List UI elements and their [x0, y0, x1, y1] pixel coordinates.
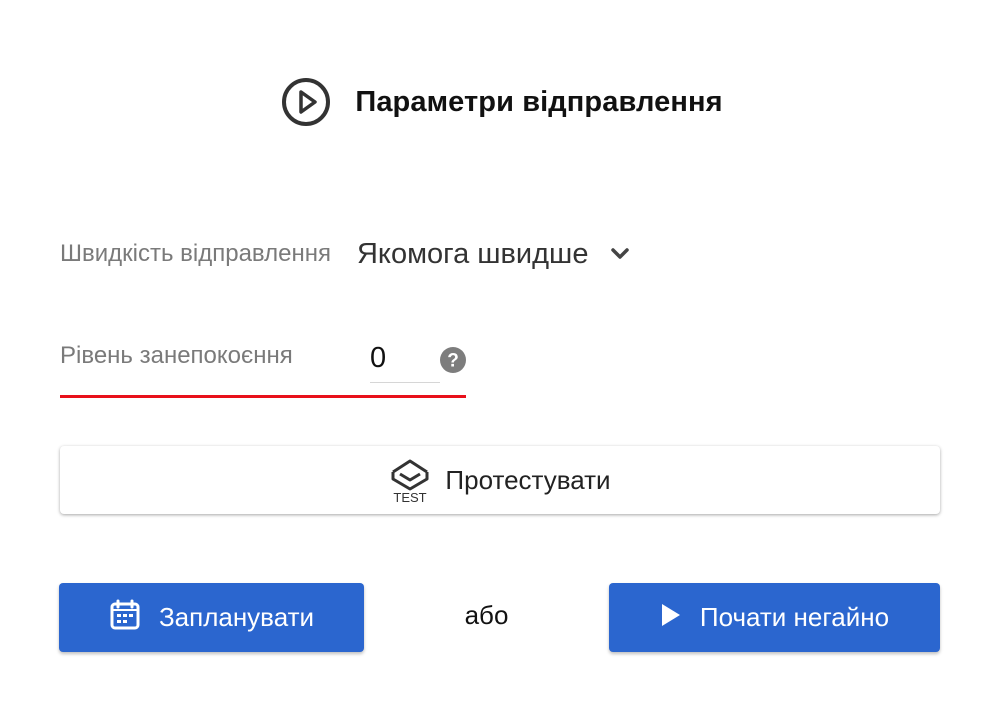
- calendar-icon: [109, 599, 141, 636]
- test-envelope-icon: TEST: [389, 457, 431, 503]
- start-now-button[interactable]: Почати негайно: [609, 583, 940, 652]
- schedule-button-label: Запланувати: [158, 602, 315, 632]
- header: Параметри відправлення: [0, 76, 1004, 128]
- error-underline: [60, 395, 466, 398]
- schedule-button[interactable]: Запланувати: [59, 583, 364, 652]
- svg-text:?: ?: [447, 351, 459, 372]
- anxiety-level-row: Рівень занепокоєння ?: [60, 334, 466, 398]
- start-now-button-label: Почати негайно: [699, 602, 890, 632]
- speed-row: Швидкість відправлення Якомога швидше: [60, 232, 630, 276]
- svg-text:TEST: TEST: [394, 490, 427, 503]
- anxiety-level-label: Рівень занепокоєння: [60, 342, 293, 369]
- test-button[interactable]: TEST Протестувати: [60, 446, 940, 514]
- play-circle-icon: [281, 77, 331, 127]
- test-button-label: Протестувати: [445, 464, 611, 495]
- speed-label: Швидкість відправлення: [60, 240, 331, 267]
- speed-select[interactable]: Якомога швидше: [357, 238, 630, 271]
- send-parameters-panel: Параметри відправлення Швидкість відправ…: [0, 0, 1004, 718]
- anxiety-level-input[interactable]: [370, 334, 440, 383]
- page-title: Параметри відправлення: [355, 85, 723, 118]
- chevron-down-icon[interactable]: [610, 247, 630, 261]
- question-circle-icon[interactable]: ?: [439, 346, 467, 374]
- play-icon: [660, 602, 682, 633]
- or-separator: або: [464, 600, 509, 630]
- speed-value: Якомога швидше: [356, 237, 589, 270]
